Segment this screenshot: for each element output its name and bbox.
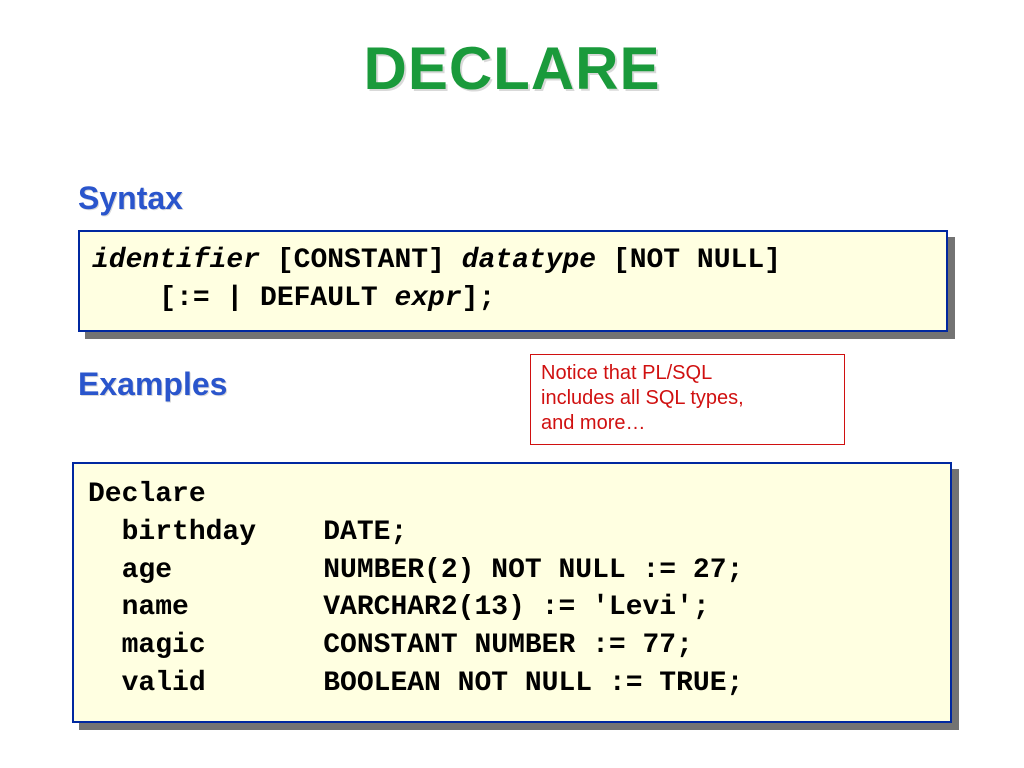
ex-line-2: birthday DATE; [88, 517, 407, 548]
note-line-2: includes all SQL types, [541, 386, 834, 411]
ex-line-6: valid BOOLEAN NOT NULL := TRUE; [88, 668, 743, 699]
ex-line-3: age NUMBER(2) NOT NULL := 27; [88, 555, 743, 586]
syntax-line2-a: [:= | DEFAULT [92, 283, 394, 314]
examples-code-box: Declare birthday DATE; age NUMBER(2) NOT… [72, 462, 952, 723]
syntax-code: identifier [CONSTANT] datatype [NOT NULL… [92, 242, 934, 318]
syntax-line2-c: ]; [462, 283, 496, 314]
syntax-token-identifier: identifier [92, 245, 260, 276]
ex-line-1: Declare [88, 479, 206, 510]
ex-line-4: name VARCHAR2(13) := 'Levi'; [88, 592, 710, 623]
slide: DECLARE Syntax identifier [CONSTANT] dat… [0, 34, 1024, 768]
examples-code: Declare birthday DATE; age NUMBER(2) NOT… [88, 476, 936, 703]
syntax-token-constant: [CONSTANT] [260, 245, 462, 276]
syntax-code-box: identifier [CONSTANT] datatype [NOT NULL… [78, 230, 948, 332]
syntax-token-datatype: datatype [462, 245, 596, 276]
note-line-3: and more… [541, 411, 834, 436]
slide-title: DECLARE [0, 34, 1024, 103]
note-line-1: Notice that PL/SQL [541, 361, 834, 386]
syntax-token-expr: expr [394, 283, 461, 314]
examples-heading: Examples [78, 366, 227, 403]
ex-line-5: magic CONSTANT NUMBER := 77; [88, 630, 693, 661]
note-box: Notice that PL/SQL includes all SQL type… [530, 354, 845, 445]
syntax-token-notnull: [NOT NULL] [596, 245, 781, 276]
syntax-heading: Syntax [78, 180, 183, 217]
